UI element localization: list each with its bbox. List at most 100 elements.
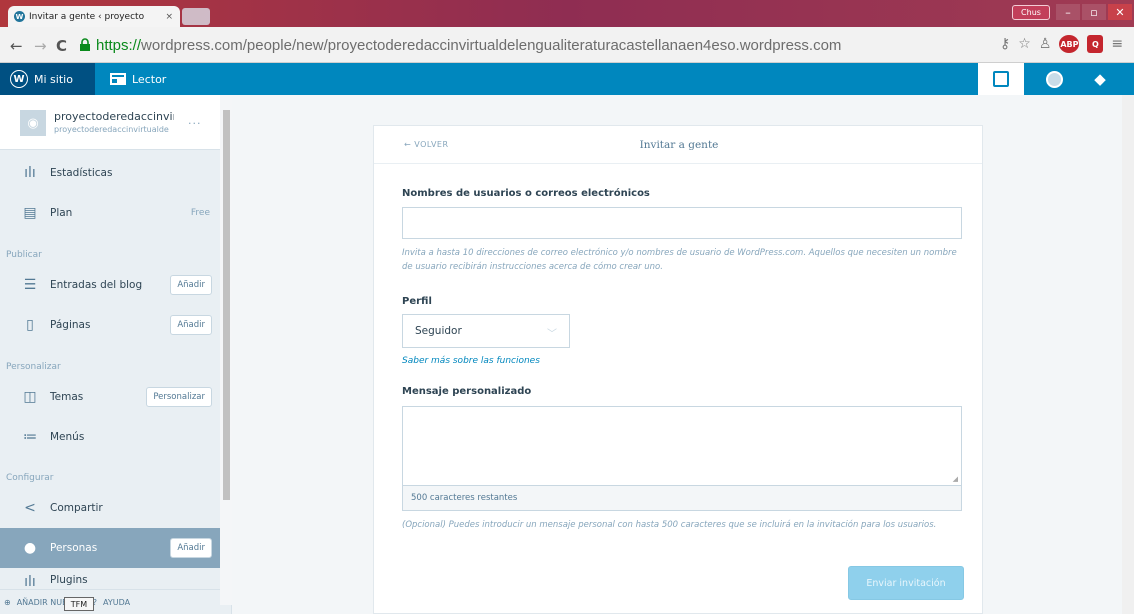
usernames-help: Invita a hasta 10 direcciones de correo … <box>402 248 957 272</box>
account-icon[interactable]: ♙ <box>1039 36 1052 52</box>
back-arrow-icon[interactable]: ← <box>10 37 23 55</box>
write-post-button[interactable] <box>978 63 1024 95</box>
resize-handle-icon[interactable]: ◢ <box>953 475 958 483</box>
share-icon: < <box>24 500 36 516</box>
key-icon[interactable]: ⚷ <box>1000 36 1010 52</box>
sidebar: ◉ proyectoderedaccinvirtu proyectodereda… <box>0 95 232 614</box>
reader-label: Lector <box>132 72 167 86</box>
sidebar-item-plugins[interactable]: ılı Plugins <box>0 568 220 590</box>
sidebar-item-people[interactable]: ● Personas Añadir <box>0 528 220 568</box>
role-value: Seguidor <box>415 325 462 337</box>
site-card[interactable]: ◉ proyectoderedaccinvirtu proyectodereda… <box>0 95 231 150</box>
role-label: Perfil <box>402 296 432 307</box>
sidebar-item-sharing[interactable]: < Compartir <box>0 488 220 528</box>
usernames-label: Nombres de usuarios o correos electrónic… <box>402 188 650 199</box>
role-select[interactable]: Seguidor ﹀ <box>402 314 570 348</box>
browser-user-badge[interactable]: Chus <box>1012 5 1050 20</box>
plan-badge: Free <box>190 208 210 218</box>
url-scheme: https:// <box>96 36 142 54</box>
wp-masterbar: W Mi sitio Lector ◆ <box>0 63 1134 95</box>
sidebar-item-posts[interactable]: ☰ Entradas del blog Añadir <box>0 265 220 305</box>
message-help: (Opcional) Puedes introducir un mensaje … <box>402 520 937 530</box>
profile-button[interactable] <box>1030 63 1078 95</box>
wordpress-logo-icon: W <box>10 70 28 88</box>
menus-icon: ≔ <box>23 429 37 445</box>
main-scrollbar[interactable] <box>1122 95 1134 614</box>
section-label-publish: Publicar <box>6 250 42 260</box>
adblock-icon[interactable]: ABP <box>1059 35 1080 53</box>
browser-tab[interactable]: W Invitar a gente ‹ proyecto × <box>8 6 180 27</box>
add-post-button[interactable]: Añadir <box>170 275 212 295</box>
section-label-configure: Configurar <box>6 473 54 483</box>
roles-help-link[interactable]: Saber más sobre las funciones <box>402 356 540 366</box>
usernames-input[interactable] <box>402 207 962 239</box>
customize-button[interactable]: Personalizar <box>146 387 212 407</box>
sidebar-item-label: Personas <box>50 542 98 554</box>
help-link[interactable]: AYUDA <box>103 598 130 607</box>
sidebar-item-themes[interactable]: ◫ Temas Personalizar <box>0 377 220 417</box>
site-name: proyectoderedaccinvirtu <box>54 110 174 123</box>
section-label-customize: Personalizar <box>6 362 61 372</box>
address-bar: ← → C https:// wordpress.com/people/new/… <box>0 27 1134 63</box>
maximize-button[interactable]: ▫ <box>1082 4 1106 20</box>
invite-card: ← VOLVER Invitar a gente Nombres de usua… <box>373 125 983 614</box>
reader-button[interactable]: Lector <box>100 63 176 95</box>
add-person-button[interactable]: Añadir <box>170 538 212 558</box>
card-header: ← VOLVER Invitar a gente <box>374 126 982 164</box>
window-controls: – ▫ ✕ <box>1056 4 1132 20</box>
sidebar-item-pages[interactable]: ▯ Páginas Añadir <box>0 305 220 345</box>
message-label: Mensaje personalizado <box>402 386 532 397</box>
avatar-icon <box>1045 70 1063 88</box>
pages-icon: ▯ <box>26 317 34 333</box>
sidebar-item-label: Páginas <box>50 319 91 331</box>
sidebar-item-label: Entradas del blog <box>50 279 143 291</box>
close-window-button[interactable]: ✕ <box>1108 4 1132 20</box>
stats-icon: ılı <box>24 165 36 181</box>
person-icon: ● <box>23 540 37 556</box>
posts-icon: ☰ <box>23 277 37 293</box>
message-textarea[interactable]: ◢ <box>402 406 962 486</box>
site-url: proyectoderedaccinvirtualde <box>54 125 169 134</box>
sidebar-item-label: Plan <box>50 207 73 219</box>
sidebar-item-menus[interactable]: ≔ Menús <box>0 417 220 457</box>
extension-icon[interactable]: Q <box>1087 35 1104 53</box>
plugins-icon: ılı <box>24 574 36 590</box>
sidebar-footer: ⊕ AÑADIR NUEVO ? AYUDA <box>0 589 220 614</box>
add-new-icon[interactable]: ⊕ <box>4 598 11 607</box>
site-globe-icon: ◉ <box>20 110 46 136</box>
notifications-bell-icon: ◆ <box>1094 70 1106 88</box>
sidebar-item-plan[interactable]: ▤ Plan Free <box>0 193 220 233</box>
sidebar-item-label: Plugins <box>50 574 88 586</box>
notifications-button[interactable]: ◆ <box>1076 63 1124 95</box>
sidebar-item-label: Temas <box>50 391 84 403</box>
new-tab-button[interactable] <box>182 8 210 25</box>
my-site-label: Mi sitio <box>34 72 73 86</box>
sidebar-item-stats[interactable]: ılı Estadísticas <box>0 153 220 193</box>
sidebar-item-label: Compartir <box>50 502 103 514</box>
my-site-button[interactable]: W Mi sitio <box>0 63 95 95</box>
minimize-button[interactable]: – <box>1056 4 1080 20</box>
url-path: wordpress.com/people/new/proyectoderedac… <box>141 36 842 54</box>
page-title: Invitar a gente <box>639 139 719 151</box>
bookmark-star-icon[interactable]: ☆ <box>1018 36 1031 52</box>
wordpress-favicon-icon: W <box>14 11 25 22</box>
forward-arrow-icon[interactable]: → <box>34 37 47 55</box>
plan-icon: ▤ <box>23 205 37 221</box>
sidebar-item-label: Estadísticas <box>50 167 113 179</box>
reload-icon[interactable]: C <box>56 37 67 55</box>
sidebar-item-label: Menús <box>50 431 85 443</box>
menu-icon[interactable]: ≡ <box>1111 36 1123 52</box>
tooltip: TFM <box>64 597 94 611</box>
browser-extensions: ⚷ ☆ ♙ ABP Q ≡ <box>1000 35 1123 53</box>
send-invitation-button[interactable]: Enviar invitación <box>848 566 964 600</box>
character-counter: 500 caracteres restantes <box>402 486 962 511</box>
url-input[interactable]: https:// wordpress.com/people/new/proyec… <box>78 33 980 57</box>
compose-icon <box>993 71 1009 87</box>
themes-icon: ◫ <box>23 389 37 405</box>
sidebar-scrollbar-thumb[interactable] <box>223 110 230 500</box>
tab-close-icon[interactable]: × <box>165 12 173 22</box>
reader-icon <box>110 73 126 85</box>
add-page-button[interactable]: Añadir <box>170 315 212 335</box>
tab-title: Invitar a gente ‹ proyecto <box>29 11 145 22</box>
site-more-icon[interactable]: ... <box>188 114 202 127</box>
